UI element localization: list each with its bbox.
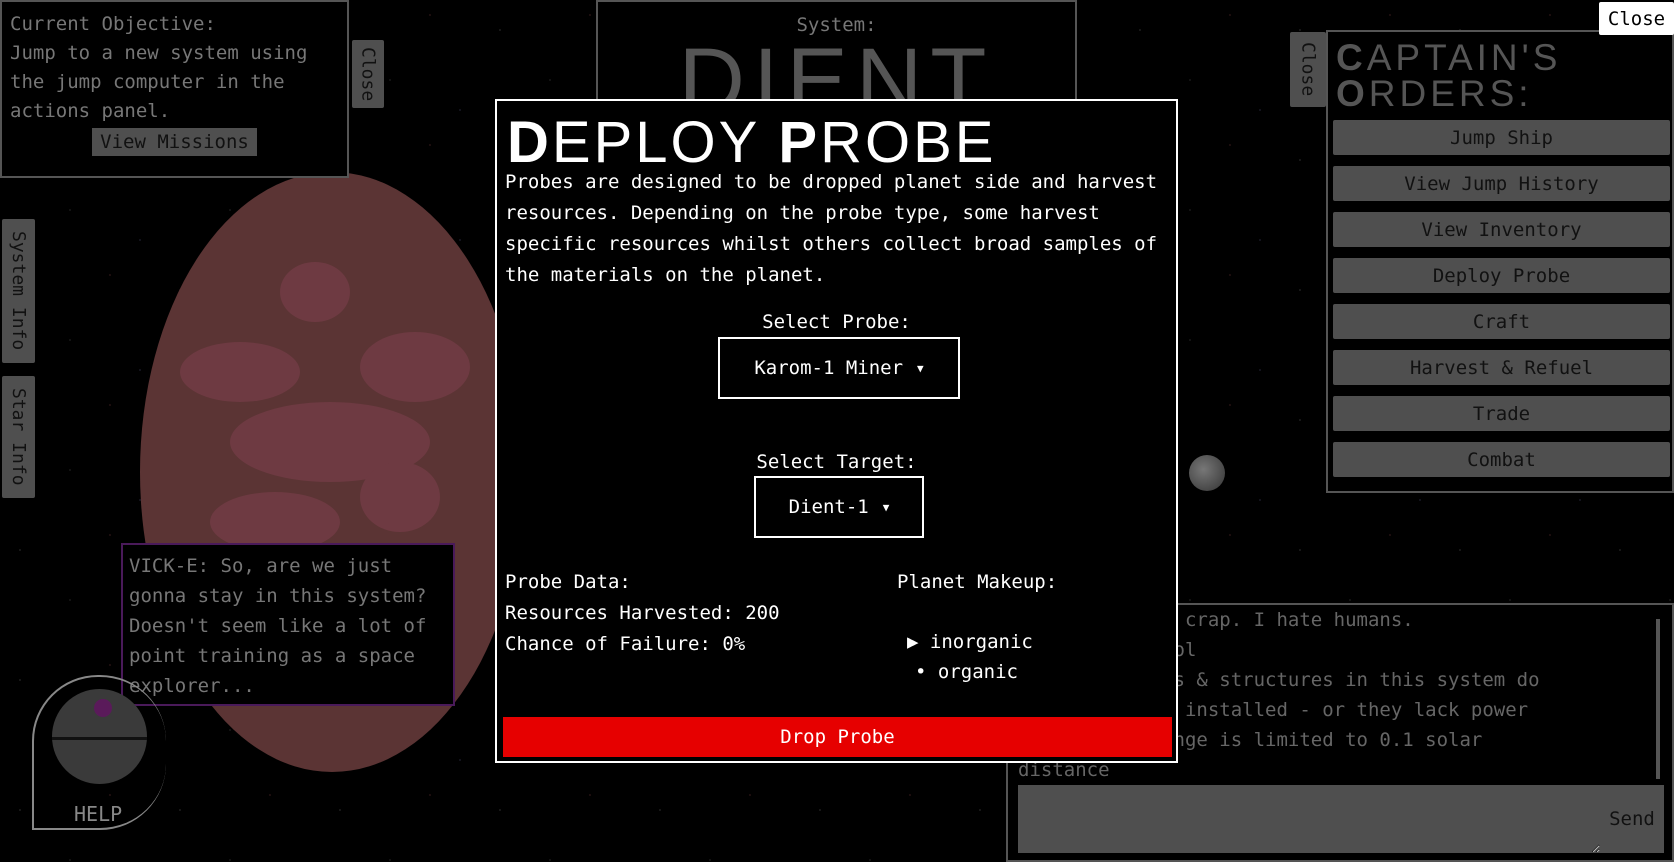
- select-probe-dropdown[interactable]: Karom-1 Miner ▼: [718, 337, 960, 399]
- select-probe-label: Select Probe:: [762, 311, 911, 333]
- orders-close-tab[interactable]: Close: [1290, 32, 1326, 107]
- combat-button[interactable]: Combat: [1333, 442, 1670, 477]
- help-label: HELP: [74, 802, 123, 826]
- system-info-tab[interactable]: System Info: [2, 219, 35, 363]
- star-info-tab[interactable]: Star Info: [2, 376, 35, 498]
- bullet-icon: •: [915, 661, 927, 683]
- help-button[interactable]: HELP: [32, 675, 166, 830]
- triangle-right-icon: ▶: [907, 631, 919, 653]
- view-missions-button[interactable]: View Missions: [92, 128, 257, 156]
- resources-harvested: Resources Harvested: 200: [505, 602, 780, 624]
- drop-probe-button[interactable]: Drop Probe: [503, 717, 1172, 757]
- planet-makeup: Planet Makeup: ▶ inorganic • organic: [897, 567, 1057, 687]
- orders-title: CAPTAIN'S ORDERS:: [1336, 37, 1562, 114]
- robot-avatar-icon: [52, 689, 147, 784]
- caret-down-icon: ▼: [917, 361, 924, 375]
- caret-down-icon: ▼: [882, 500, 890, 514]
- close-button[interactable]: Close: [1599, 2, 1674, 35]
- deploy-probe-modal: DEPLOY PROBE Probes are designed to be d…: [495, 99, 1178, 763]
- distant-planet[interactable]: [1189, 455, 1225, 491]
- probe-data: Probe Data: Resources Harvested: 200 Cha…: [505, 567, 780, 660]
- harvest-refuel-button[interactable]: Harvest & Refuel: [1333, 350, 1670, 385]
- chat-input[interactable]: [1018, 785, 1600, 853]
- deploy-probe-button[interactable]: Deploy Probe: [1333, 258, 1670, 293]
- vick-e-message: VICK-E: So, are we just gonna stay in th…: [121, 543, 455, 706]
- makeup-item-inorganic[interactable]: ▶ inorganic: [897, 627, 1057, 657]
- captains-orders-panel: CAPTAIN'S ORDERS: Jump Ship View Jump His…: [1326, 30, 1674, 493]
- objective-panel: Current Objective: Jump to a new system …: [0, 0, 349, 178]
- chance-of-failure: Chance of Failure: 0%: [505, 633, 746, 655]
- makeup-item-organic[interactable]: • organic: [897, 657, 1057, 687]
- select-target-dropdown[interactable]: Dient-1 ▼: [754, 476, 924, 538]
- jump-ship-button[interactable]: Jump Ship: [1333, 120, 1670, 155]
- modal-description: Probes are designed to be dropped planet…: [505, 171, 1158, 286]
- objective-text: Jump to a new system using the jump comp…: [10, 42, 308, 122]
- objective-heading: Current Objective:: [10, 13, 216, 35]
- select-target-label: Select Target:: [756, 451, 917, 473]
- objective-close-tab[interactable]: Close: [352, 40, 384, 108]
- craft-button[interactable]: Craft: [1333, 304, 1670, 339]
- view-jump-history-button[interactable]: View Jump History: [1333, 166, 1670, 201]
- send-button[interactable]: Send: [1600, 785, 1664, 853]
- modal-title: DEPLOY PROBE: [507, 110, 997, 175]
- view-inventory-button[interactable]: View Inventory: [1333, 212, 1670, 247]
- chat-scrollbar[interactable]: [1656, 619, 1660, 779]
- trade-button[interactable]: Trade: [1333, 396, 1670, 431]
